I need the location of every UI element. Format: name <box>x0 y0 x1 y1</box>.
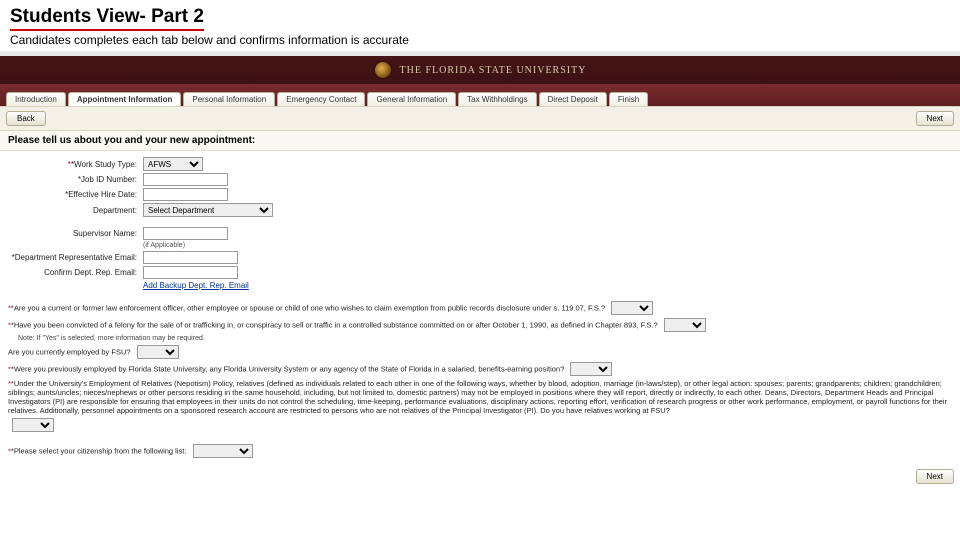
department-label: Department: <box>93 206 137 215</box>
confirm-dept-rep-email-input[interactable] <box>143 266 238 279</box>
question-exemption-select[interactable] <box>611 301 653 315</box>
tab-emergency-contact[interactable]: Emergency Contact <box>277 92 365 106</box>
question-exemption: *Are you a current or former law enforce… <box>11 304 605 313</box>
question-currently-employed-select[interactable] <box>137 345 179 359</box>
question-nepotism: *Under the University's Employment of Re… <box>8 379 947 415</box>
dept-rep-email-label: *Department Representative Email: <box>12 253 137 262</box>
tabstrip: Introduction Appointment Information Per… <box>0 84 960 106</box>
effective-hire-date-input[interactable] <box>143 188 228 201</box>
work-study-type-select[interactable]: AFWS <box>143 157 203 171</box>
tab-general-information[interactable]: General Information <box>367 92 456 106</box>
question-nepotism-select[interactable] <box>12 418 54 432</box>
next-button-top[interactable]: Next <box>916 111 954 126</box>
tab-finish[interactable]: Finish <box>609 92 648 106</box>
question-felony-note: Note: If "Yes" is selected, more informa… <box>18 335 952 342</box>
question-citizenship: *Please select your citizenship from the… <box>11 447 187 456</box>
add-backup-dept-rep-link[interactable]: Add Backup Dept. Rep. Email <box>143 281 249 290</box>
effective-hire-date-label: *Effective Hire Date: <box>65 190 137 199</box>
tab-direct-deposit[interactable]: Direct Deposit <box>539 92 607 106</box>
seal-icon <box>374 61 392 79</box>
page-title: Students View- Part 2 <box>10 6 950 31</box>
back-button[interactable]: Back <box>6 111 46 126</box>
university-banner: THE FLORIDA STATE UNIVERSITY <box>0 56 960 84</box>
confirm-dept-rep-email-label: Confirm Dept. Rep. Email: <box>44 268 137 277</box>
question-previously-employed-select[interactable] <box>570 362 612 376</box>
section-title: Please tell us about you and your new ap… <box>0 131 960 151</box>
question-felony-select[interactable] <box>664 318 706 332</box>
tab-tax-withholdings[interactable]: Tax Withholdings <box>458 92 536 106</box>
toolbar-top: Back Next <box>0 106 960 131</box>
supervisor-note: (if Applicable) <box>143 242 185 249</box>
department-select[interactable]: Select Department <box>143 203 273 217</box>
job-id-label: *Job ID Number: <box>78 175 137 184</box>
supervisor-name-label: Supervisor Name: <box>73 229 137 238</box>
work-study-type-label: *Work Study Type: <box>71 160 137 169</box>
question-felony: *Have you been convicted of a felony for… <box>11 321 658 330</box>
page-subtitle: Candidates completes each tab below and … <box>10 31 950 47</box>
tab-appointment-information[interactable]: Appointment Information <box>68 92 182 106</box>
job-id-input[interactable] <box>143 173 228 186</box>
question-previously-employed: *Were you previously employed by Florida… <box>11 365 564 374</box>
next-button-bottom[interactable]: Next <box>916 469 954 484</box>
question-currently-employed: Are you currently employed by FSU? <box>8 348 131 357</box>
tab-introduction[interactable]: Introduction <box>6 92 66 106</box>
banner-text: THE FLORIDA STATE UNIVERSITY <box>400 65 587 76</box>
tab-personal-information[interactable]: Personal Information <box>183 92 275 106</box>
supervisor-name-input[interactable] <box>143 227 228 240</box>
dept-rep-email-input[interactable] <box>143 251 238 264</box>
question-citizenship-select[interactable] <box>193 444 253 458</box>
